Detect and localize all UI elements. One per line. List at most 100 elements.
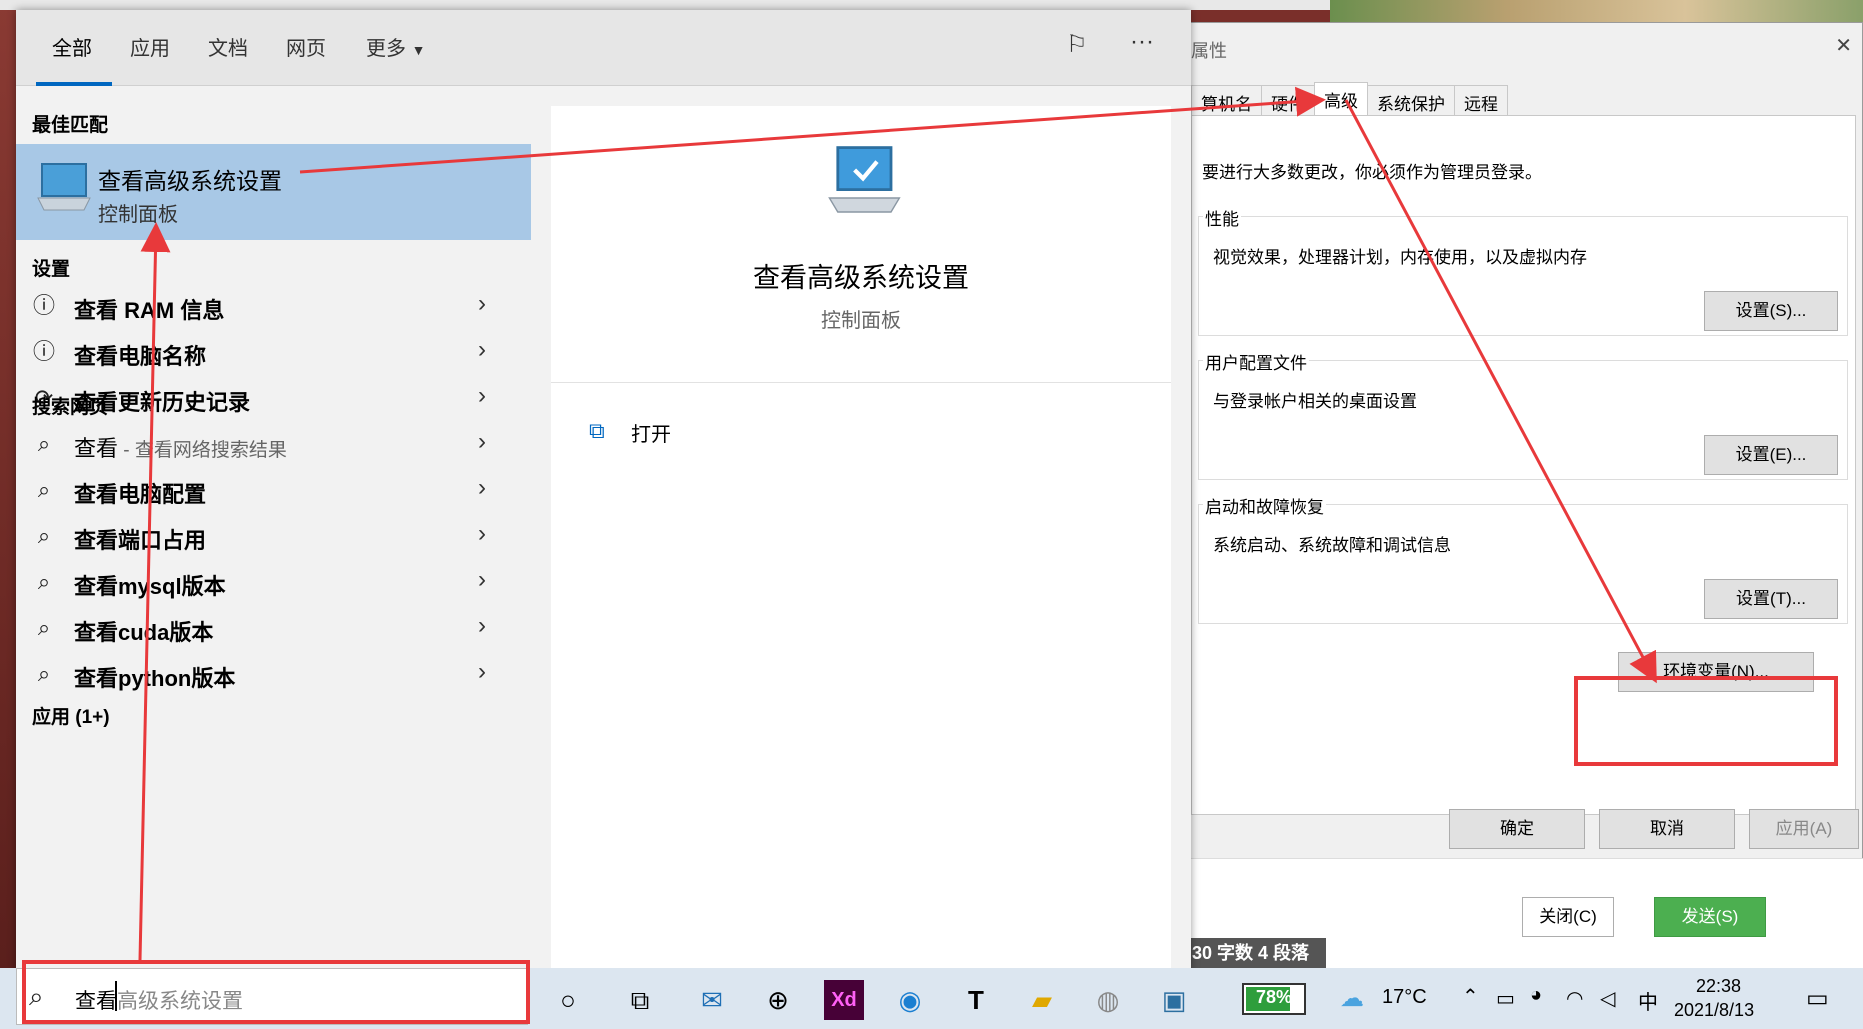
notification-icon[interactable]: ▭ [1806, 984, 1829, 1013]
settings-item-label: 查看 RAM 信息 [74, 298, 225, 323]
settings-header: 设置 [32, 259, 71, 280]
best-match-title: 查看高级系统设置 [98, 168, 282, 194]
chevron-right-icon: › [478, 520, 486, 547]
web-item-label: 查看cuda版本 [74, 620, 214, 645]
chevron-right-icon: › [478, 336, 486, 363]
chat-close-button[interactable]: 关闭(C) [1522, 897, 1614, 937]
dialog-tabs: 算机名 硬件 高级 系统保护 远程 [1191, 82, 1508, 115]
search-icon: ⌕ [37, 615, 51, 640]
app-icon[interactable]: ◍ [1088, 980, 1128, 1020]
performance-group: 性能 视觉效果，处理器计划，内存使用，以及虚拟内存 设置(S)... [1198, 205, 1848, 336]
performance-title: 性能 [1203, 205, 1241, 230]
web-item[interactable]: ⌕ 查看端口占用 › [16, 512, 531, 562]
system-settings-icon [37, 163, 91, 211]
search-icon: ⌕ [37, 569, 51, 594]
open-action[interactable]: 打开 [631, 418, 671, 447]
weather-temperature[interactable]: 17°C [1382, 986, 1427, 1009]
tab-remote[interactable]: 远程 [1454, 85, 1508, 115]
web-item-sub: - 查看网络搜索结果 [118, 440, 287, 461]
chevron-up-icon[interactable]: ⌃ [1462, 984, 1479, 1009]
tab-apps[interactable]: 应用 [130, 32, 170, 61]
settings-item-pc-name[interactable]: ⓘ 查看电脑名称 › [16, 328, 531, 378]
performance-desc: 视觉效果，处理器计划，内存使用，以及虚拟内存 [1213, 248, 1587, 267]
tab-documents[interactable]: 文档 [208, 32, 248, 61]
startup-recovery-settings-button[interactable]: 设置(T)... [1704, 579, 1838, 619]
web-item-label: 查看电脑配置 [74, 482, 207, 507]
system-settings-icon [828, 146, 901, 213]
search-icon: ⌕ [37, 523, 51, 548]
settings-item-ram[interactable]: ⓘ 查看 RAM 信息 › [16, 282, 531, 332]
results-list: 最佳匹配 查看高级系统设置 控制面板 设置 ⓘ 查看 RAM 信息 › ⓘ 查看… [16, 86, 531, 972]
battery-icon[interactable]: ▭ [1496, 986, 1515, 1011]
edge-icon[interactable]: ◉ [890, 980, 930, 1020]
web-item[interactable]: ⌕ 查看python版本 › [16, 650, 531, 700]
web-item-label: 查看端口占用 [74, 528, 207, 553]
web-item[interactable]: ⌕ 查看cuda版本 › [16, 604, 531, 654]
tab-hardware[interactable]: 硬件 [1261, 85, 1315, 115]
startup-recovery-group: 启动和故障恢复 系统启动、系统故障和调试信息 设置(T)... [1198, 493, 1848, 624]
user-profile-settings-button[interactable]: 设置(E)... [1704, 435, 1838, 475]
web-item-text: 查看 [74, 436, 119, 461]
start-search-panel: 全部 应用 文档 网页 更多 ▼ ⚐ ··· 最佳匹配 查看高级系统设置 控制面… [16, 10, 1191, 972]
web-item-label: 查看mysql版本 [74, 574, 226, 599]
startup-recovery-title: 启动和故障恢复 [1203, 493, 1326, 518]
file-explorer-icon[interactable]: ▰ [1022, 980, 1062, 1020]
web-item[interactable]: ⌕ 查看mysql版本 › [16, 558, 531, 608]
search-icon: ⌕ [37, 477, 51, 502]
open-icon[interactable]: ⧉ [589, 418, 605, 444]
task-view-icon[interactable]: ⧉ [620, 980, 660, 1020]
web-item-label: 查看python版本 [74, 666, 236, 691]
info-icon: ⓘ [32, 293, 55, 318]
tab-more[interactable]: 更多 ▼ [366, 32, 425, 61]
more-options-icon[interactable]: ··· [1130, 28, 1154, 56]
best-match-header: 最佳匹配 [32, 115, 109, 136]
divider [551, 382, 1171, 383]
chevron-right-icon: › [478, 428, 486, 455]
adobe-xd-icon[interactable]: Xd [824, 980, 864, 1020]
mail-icon[interactable]: ✉ [692, 980, 732, 1020]
tab-web[interactable]: 网页 [286, 32, 326, 61]
qq-icon[interactable]: ◕ [1530, 984, 1542, 1007]
user-profile-title: 用户配置文件 [1203, 349, 1309, 374]
feedback-icon[interactable]: ⚐ [1066, 30, 1088, 59]
best-match-result[interactable]: 查看高级系统设置 控制面板 [16, 144, 531, 240]
system-properties-taskbar-icon[interactable]: ▣ [1154, 980, 1194, 1020]
word-count: 30 字数 4 段落 [1186, 938, 1326, 968]
desktop-background [0, 0, 16, 975]
annotation-search-box [22, 960, 530, 1024]
battery-percent: 78% [1255, 987, 1293, 1007]
tab-advanced[interactable]: 高级 [1314, 82, 1368, 115]
crosshair-icon[interactable]: ⊕ [758, 980, 798, 1020]
web-item-label: 查看 - 查看网络搜索结果 [74, 431, 287, 463]
close-icon[interactable]: ✕ [1835, 33, 1852, 58]
cortana-icon[interactable]: ○ [548, 980, 588, 1020]
admin-notice: 要进行大多数更改，你必须作为管理员登录。 [1202, 163, 1542, 182]
typora-icon[interactable]: T [956, 980, 996, 1020]
tab-system-protection[interactable]: 系统保护 [1367, 85, 1455, 115]
best-match-subtitle: 控制面板 [98, 204, 178, 226]
chat-send-button[interactable]: 发送(S) [1654, 897, 1766, 937]
tab-all[interactable]: 全部 [52, 32, 92, 61]
performance-settings-button[interactable]: 设置(S)... [1704, 291, 1838, 331]
cancel-button[interactable]: 取消 [1599, 809, 1735, 849]
chevron-right-icon: › [478, 612, 486, 639]
clock-time[interactable]: 22:38 [1696, 976, 1741, 997]
result-preview: 查看高级系统设置 控制面板 ⧉ 打开 [551, 106, 1171, 972]
preview-subtitle: 控制面板 [821, 310, 901, 332]
clock-date[interactable]: 2021/8/13 [1674, 1000, 1754, 1021]
startup-recovery-desc: 系统启动、系统故障和调试信息 [1213, 536, 1451, 555]
weather-icon[interactable]: ☁ [1340, 984, 1364, 1013]
user-profile-desc: 与登录帐户相关的桌面设置 [1213, 392, 1417, 411]
settings-item-label: 查看电脑名称 [74, 344, 207, 369]
web-item[interactable]: ⌕ 查看 - 查看网络搜索结果 › [16, 420, 531, 470]
ime-indicator[interactable]: 中 [1638, 986, 1658, 1015]
wifi-icon[interactable]: ◠ [1566, 986, 1583, 1011]
ok-button[interactable]: 确定 [1449, 809, 1585, 849]
web-item[interactable]: ⌕ 查看电脑配置 › [16, 466, 531, 516]
volume-icon[interactable]: ◁ [1600, 986, 1615, 1011]
battery-indicator[interactable]: 78% [1242, 983, 1306, 1015]
chevron-down-icon: ▼ [411, 42, 426, 58]
apply-button[interactable]: 应用(A) [1749, 809, 1859, 849]
tab-computer-name[interactable]: 算机名 [1191, 85, 1262, 115]
annotation-env-button [1574, 676, 1838, 766]
